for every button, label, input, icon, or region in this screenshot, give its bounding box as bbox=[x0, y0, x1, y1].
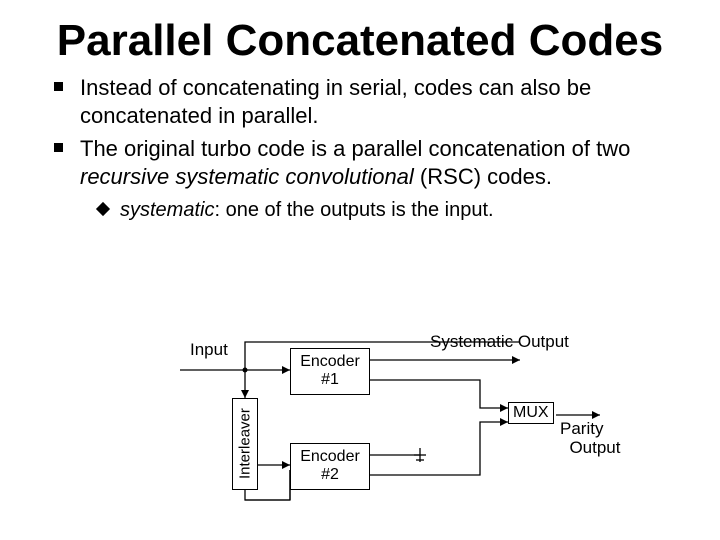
slide-body: Instead of concatenating in serial, code… bbox=[0, 64, 720, 223]
encoder-2-line-b: #2 bbox=[321, 466, 339, 483]
parity-output-line-b: Output bbox=[569, 438, 620, 457]
encoder-1-line-b: #1 bbox=[321, 371, 339, 388]
bullet-1-text: Instead of concatenating in serial, code… bbox=[80, 75, 591, 128]
bullet-2-em: recursive systematic convolutional bbox=[80, 164, 414, 189]
sub-bullet-rest: : one of the outputs is the input. bbox=[214, 199, 493, 221]
sub-bullet-1: systematic: one of the outputs is the in… bbox=[120, 198, 670, 223]
diamond-bullet-icon bbox=[96, 202, 110, 216]
sub-bullet-em: systematic bbox=[120, 199, 214, 221]
square-bullet-icon bbox=[54, 82, 63, 91]
bullet-2-text-a: The original turbo code is a parallel co… bbox=[80, 136, 630, 161]
slide-title: Parallel Concatenated Codes bbox=[0, 0, 720, 64]
parity-output-line-a: Parity bbox=[560, 419, 603, 438]
input-label: Input bbox=[190, 340, 228, 360]
square-bullet-icon bbox=[54, 143, 63, 152]
turbo-encoder-diagram: Input Encoder #1 Encoder #2 Interleaver … bbox=[0, 330, 720, 530]
bullet-2-text-b: (RSC) codes. bbox=[414, 164, 552, 189]
bullet-2: The original turbo code is a parallel co… bbox=[80, 135, 670, 223]
encoder-2-box: Encoder #2 bbox=[290, 443, 370, 490]
interleaver-box: Interleaver bbox=[232, 398, 258, 490]
encoder-1-line-a: Encoder bbox=[300, 353, 360, 370]
bullet-1: Instead of concatenating in serial, code… bbox=[80, 74, 670, 129]
mux-box: MUX bbox=[508, 402, 554, 424]
systematic-output-label: Systematic Output bbox=[430, 332, 569, 352]
encoder-2-line-a: Encoder bbox=[300, 448, 360, 465]
parity-output-label: Parity Output bbox=[560, 420, 621, 457]
encoder-1-box: Encoder #1 bbox=[290, 348, 370, 395]
interleaver-label: Interleaver bbox=[236, 409, 253, 480]
